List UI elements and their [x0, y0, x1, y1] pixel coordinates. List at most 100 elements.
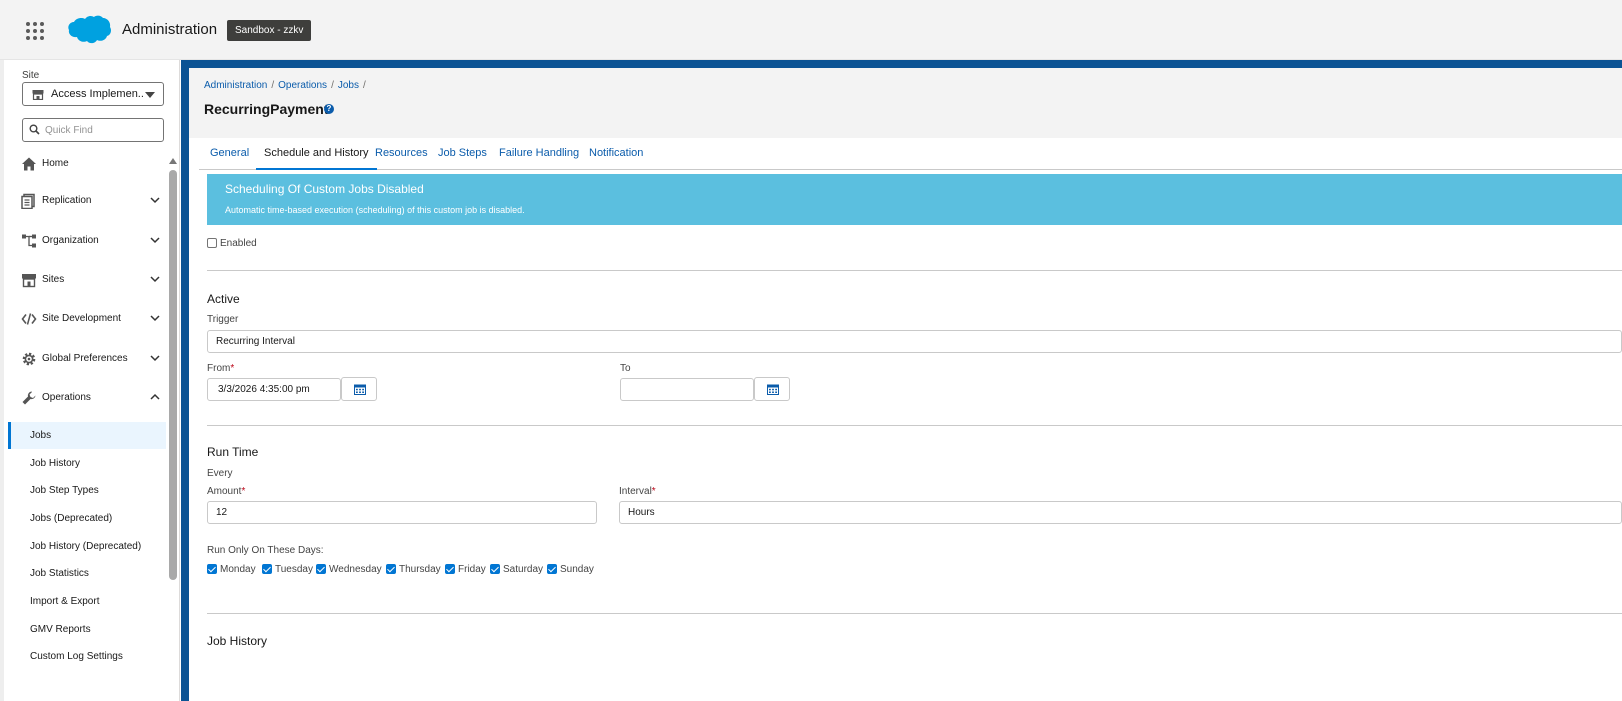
sidebar-item-replication[interactable]: Replication — [18, 190, 164, 212]
breadcrumb-separator: / — [271, 80, 275, 91]
brand-band — [181, 60, 1622, 68]
breadcrumb-separator: / — [362, 80, 366, 91]
store-icon — [32, 90, 44, 100]
section-title-job-history: Job History — [207, 634, 268, 648]
sidebar-subitem-custom-log-settings[interactable]: Custom Log Settings — [8, 643, 166, 670]
day-label: Monday — [220, 564, 256, 575]
required-marker: * — [241, 486, 246, 497]
thursday-checkbox[interactable] — [386, 564, 396, 574]
sidebar-item-organization[interactable]: Organization — [18, 230, 164, 252]
day-label: Sunday — [560, 564, 594, 575]
search-icon — [29, 124, 40, 135]
tab-resources[interactable]: Resources — [375, 138, 428, 170]
sandbox-badge: Sandbox - zzkv — [227, 20, 312, 41]
breadcrumb: Administration / Operations / Jobs / — [204, 80, 370, 91]
breadcrumb-jobs[interactable]: Jobs — [338, 80, 359, 91]
sidebar-scrollbar[interactable] — [167, 158, 179, 701]
day-label: Thursday — [399, 564, 441, 575]
interval-label: Interval* — [619, 486, 656, 497]
site-selector[interactable]: Access Implemen... — [22, 82, 164, 106]
quick-find-input[interactable] — [45, 122, 157, 138]
sidebar-subitem-gmv-reports[interactable]: GMV Reports — [8, 616, 166, 643]
sidebar-subitem-job-history-deprecated[interactable]: Job History (Deprecated) — [8, 533, 166, 560]
monday-checkbox[interactable] — [207, 564, 217, 574]
required-marker: * — [651, 486, 656, 497]
sidebar-subitem-job-history[interactable]: Job History — [8, 450, 166, 477]
app-launcher-icon[interactable] — [26, 22, 44, 40]
sidebar-subitem-job-step-types[interactable]: Job Step Types — [8, 477, 166, 504]
to-date-input[interactable] — [620, 378, 754, 401]
tab-failure-handling[interactable]: Failure Handling — [499, 138, 579, 170]
main-content: Administration / Operations / Jobs / Recurrin… — [181, 60, 1622, 701]
every-label: Every — [207, 468, 233, 479]
wednesday-checkbox[interactable] — [316, 564, 326, 574]
sidebar-item-label: Home — [42, 158, 69, 169]
tab-notification[interactable]: Notification — [589, 138, 643, 170]
tuesday-checkbox[interactable] — [262, 564, 272, 574]
chevron-up-icon — [150, 393, 160, 400]
sidebar-subitem-label: GMV Reports — [30, 624, 91, 635]
section-divider — [207, 270, 1622, 271]
to-calendar-button[interactable] — [754, 377, 790, 401]
sidebar-item-sites[interactable]: Sites — [18, 269, 164, 291]
day-label: Friday — [458, 564, 486, 575]
replication-icon — [21, 193, 35, 209]
info-banner: Scheduling Of Custom Jobs Disabled Autom… — [207, 174, 1622, 225]
sidebar-item-label: Global Preferences — [42, 353, 128, 364]
banner-title: Scheduling Of Custom Jobs Disabled — [225, 182, 424, 196]
run-days-label: Run Only On These Days: — [207, 545, 324, 556]
page-title: RecurringPayment — [204, 101, 329, 117]
amount-label: Amount* — [207, 486, 245, 497]
tab-job-steps[interactable]: Job Steps — [438, 138, 487, 170]
app-title: Administration — [122, 21, 218, 38]
quick-find[interactable] — [22, 118, 164, 142]
section-title-active: Active — [207, 292, 240, 306]
sidebar-subitem-label: Custom Log Settings — [30, 651, 123, 662]
tab-bar: General Schedule and History Resources J… — [199, 138, 1622, 170]
from-date-input[interactable]: 3/3/2026 4:35:00 pm — [207, 378, 341, 401]
tab-schedule-and-history[interactable]: Schedule and History — [256, 138, 377, 170]
tab-general[interactable]: General — [210, 138, 249, 170]
sidebar-item-label: Organization — [42, 235, 99, 246]
friday-checkbox[interactable] — [445, 564, 455, 574]
calendar-icon — [354, 384, 366, 395]
from-label-text: From — [207, 363, 231, 374]
sidebar-subitem-label: Job Step Types — [30, 485, 99, 496]
sidebar-item-operations[interactable]: Operations — [18, 387, 164, 409]
global-header: Administration Sandbox - zzkv — [0, 0, 1622, 60]
chevron-down-icon — [150, 355, 160, 362]
section-divider — [207, 613, 1622, 614]
breadcrumb-separator: / — [331, 80, 334, 91]
sidebar-subitem-job-statistics[interactable]: Job Statistics — [8, 560, 166, 587]
sidebar-subitem-import-export[interactable]: Import & Export — [8, 588, 166, 615]
breadcrumb-administration[interactable]: Administration — [204, 80, 267, 91]
sidebar-item-label: Sites — [42, 274, 65, 285]
enabled-checkbox[interactable] — [207, 238, 217, 248]
sidebar-item-site-development[interactable]: Site Development — [18, 308, 164, 330]
trigger-select[interactable]: Recurring Interval — [207, 330, 1622, 353]
sidebar-subitem-jobs-deprecated[interactable]: Jobs (Deprecated) — [8, 505, 166, 532]
chevron-down-icon — [150, 197, 160, 204]
sidebar-subitem-label: Jobs (Deprecated) — [30, 513, 113, 524]
sidebar-subitem-jobs[interactable]: Jobs — [8, 422, 166, 449]
amount-input[interactable]: 12 — [207, 501, 597, 524]
enabled-label: Enabled — [220, 238, 257, 249]
breadcrumb-operations[interactable]: Operations — [278, 80, 327, 91]
scroll-up-icon[interactable] — [169, 158, 177, 164]
sunday-checkbox[interactable] — [547, 564, 557, 574]
from-label: From* — [207, 363, 234, 374]
interval-select[interactable]: Hours — [619, 501, 1622, 524]
sidebar-item-home[interactable]: Home — [18, 153, 164, 175]
help-icon[interactable]: ? — [324, 104, 334, 114]
trigger-label: Trigger — [207, 314, 239, 325]
from-calendar-button[interactable] — [341, 377, 377, 401]
sidebar-subitem-label: Import & Export — [30, 596, 100, 607]
saturday-checkbox[interactable] — [490, 564, 500, 574]
page-header: Administration / Operations / Jobs / Recurrin… — [189, 68, 1622, 138]
sidebar-item-global-preferences[interactable]: Global Preferences — [18, 348, 164, 370]
day-label: Tuesday — [275, 564, 313, 575]
sidebar-item-label: Site Development — [42, 313, 121, 324]
organization-icon — [22, 234, 36, 248]
scrollbar-thumb[interactable] — [169, 170, 177, 580]
brand-band-left — [181, 60, 189, 701]
